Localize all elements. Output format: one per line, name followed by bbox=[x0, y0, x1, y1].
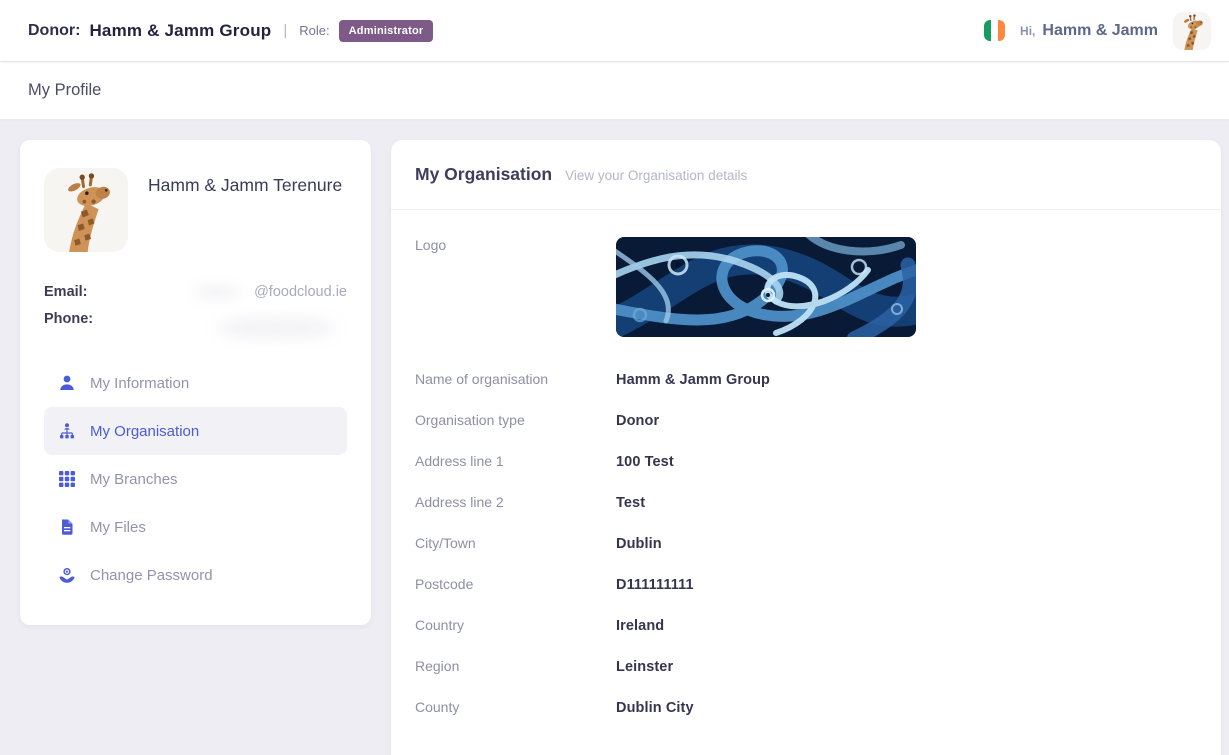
organisation-fields: Logo Name of organisationHamm & Jamm Gro… bbox=[391, 210, 1221, 750]
hands-lock-icon bbox=[58, 566, 76, 584]
giraffe-avatar-art bbox=[1173, 12, 1211, 50]
sidebar-item-my-information[interactable]: My Information bbox=[44, 359, 347, 407]
ireland-flag-icon[interactable] bbox=[984, 20, 1005, 41]
field-label: Organisation type bbox=[415, 412, 616, 428]
greeting-wrap: Hi, Hamm & Jamm bbox=[1020, 22, 1158, 40]
field-row-address-line-1: Address line 1100 Test bbox=[415, 453, 1197, 470]
field-label: City/Town bbox=[415, 535, 616, 551]
sidebar-item-label: Change Password bbox=[90, 567, 213, 584]
sidebar-item-my-organisation[interactable]: My Organisation bbox=[44, 407, 347, 455]
field-row-address-line-2: Address line 2Test bbox=[415, 494, 1197, 511]
field-row-county: CountyDublin City bbox=[415, 699, 1197, 716]
field-value: Ireland bbox=[616, 618, 664, 634]
field-value: Hamm & Jamm Group bbox=[616, 372, 770, 388]
greeting-label: Hi, bbox=[1020, 24, 1035, 38]
separator: | bbox=[283, 22, 287, 39]
page-title-bar: My Profile bbox=[0, 61, 1229, 119]
field-value: Donor bbox=[616, 413, 659, 429]
sidebar-item-label: My Organisation bbox=[90, 423, 199, 440]
grid-icon bbox=[58, 470, 76, 488]
field-value: Leinster bbox=[616, 659, 673, 675]
top-header: Donor: Hamm & Jamm Group | Role: Adminis… bbox=[0, 0, 1229, 61]
field-label: Postcode bbox=[415, 576, 616, 592]
page-title: My Profile bbox=[28, 81, 101, 100]
profile-avatar bbox=[44, 168, 128, 252]
field-row-city-town: City/TownDublin bbox=[415, 535, 1197, 552]
giraffe-avatar-art bbox=[44, 168, 128, 252]
organisation-logo-art bbox=[616, 237, 916, 337]
sidebar-item-label: My Branches bbox=[90, 471, 178, 488]
field-row-name-of-organisation: Name of organisationHamm & Jamm Group bbox=[415, 371, 1197, 388]
field-row-region: RegionLeinster bbox=[415, 658, 1197, 675]
field-row-logo: Logo bbox=[415, 237, 1197, 337]
organisation-subtitle: View your Organisation details bbox=[565, 168, 747, 183]
sidebar-item-my-branches[interactable]: My Branches bbox=[44, 455, 347, 503]
field-value: Dublin bbox=[616, 536, 662, 552]
field-value: 100 Test bbox=[616, 454, 674, 470]
field-label: Name of organisation bbox=[415, 371, 616, 387]
field-label: Country bbox=[415, 617, 616, 633]
header-donor-info: Donor: Hamm & Jamm Group | Role: Adminis… bbox=[28, 20, 433, 42]
phone-row: Phone: bbox=[44, 311, 347, 327]
profile-sidebar-card: Hamm & Jamm Terenure Email: @foodcloud.i… bbox=[20, 140, 371, 625]
content-area: Hamm & Jamm Terenure Email: @foodcloud.i… bbox=[0, 119, 1229, 755]
field-row-organisation-type: Organisation typeDonor bbox=[415, 412, 1197, 429]
donor-label: Donor: bbox=[28, 22, 80, 40]
organisation-card: My Organisation View your Organisation d… bbox=[391, 140, 1221, 755]
sidebar-item-label: My Files bbox=[90, 519, 146, 536]
sidebar-item-my-files[interactable]: My Files bbox=[44, 503, 347, 551]
field-label: Address line 2 bbox=[415, 494, 616, 510]
field-label: Address line 1 bbox=[415, 453, 616, 469]
role-label: Role: bbox=[299, 23, 329, 38]
phone-label: Phone: bbox=[44, 311, 93, 327]
sidebar-item-change-password[interactable]: Change Password bbox=[44, 551, 347, 599]
header-user-area: Hi, Hamm & Jamm bbox=[984, 12, 1211, 50]
donor-name: Hamm & Jamm Group bbox=[89, 21, 271, 41]
field-value: D111111111 bbox=[616, 577, 694, 593]
field-label: Region bbox=[415, 658, 616, 674]
organisation-title: My Organisation bbox=[415, 164, 552, 185]
field-row-country: CountryIreland bbox=[415, 617, 1197, 634]
person-icon bbox=[58, 374, 76, 392]
redacted-email bbox=[194, 288, 240, 297]
profile-name: Hamm & Jamm Terenure bbox=[148, 168, 342, 252]
email-row: Email: @foodcloud.ie bbox=[44, 284, 347, 300]
profile-header: Hamm & Jamm Terenure bbox=[44, 168, 347, 252]
field-value: Dublin City bbox=[616, 700, 694, 716]
blue-fractal-logo bbox=[616, 237, 916, 337]
sidebar-item-label: My Information bbox=[90, 375, 189, 392]
org-chart-icon bbox=[58, 422, 76, 440]
header-user-name: Hamm & Jamm bbox=[1042, 22, 1158, 40]
field-value: Test bbox=[616, 495, 645, 511]
email-value: @foodcloud.ie bbox=[254, 284, 347, 300]
file-icon bbox=[58, 518, 76, 536]
organisation-card-header: My Organisation View your Organisation d… bbox=[391, 140, 1221, 210]
email-label: Email: bbox=[44, 284, 88, 300]
role-badge: Administrator bbox=[339, 20, 434, 42]
field-row-postcode: PostcodeD111111111 bbox=[415, 576, 1197, 593]
user-avatar[interactable] bbox=[1173, 12, 1211, 50]
contact-info: Email: @foodcloud.ie Phone: bbox=[44, 284, 347, 327]
field-label: Logo bbox=[415, 237, 616, 253]
redacted-phone bbox=[217, 317, 337, 339]
sidebar-menu: My Information My Organisation My Branches… bbox=[44, 359, 347, 599]
field-label: County bbox=[415, 699, 616, 715]
